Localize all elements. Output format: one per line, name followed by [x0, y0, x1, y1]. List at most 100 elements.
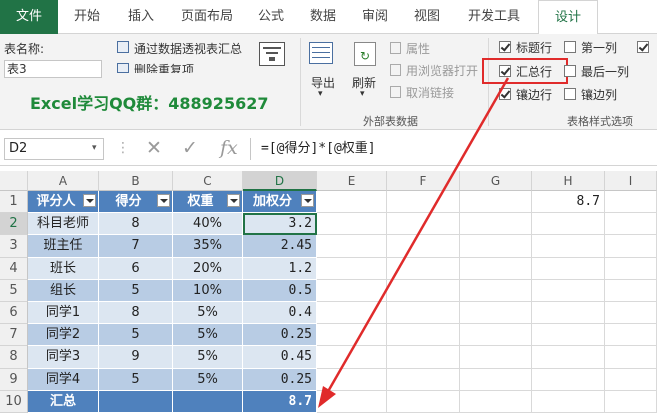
cell-h4[interactable] — [532, 257, 605, 280]
unlink-button[interactable]: 取消链接 — [406, 84, 454, 101]
cell-i9[interactable] — [605, 368, 657, 391]
column-header-c[interactable]: C — [173, 171, 243, 191]
total-row-checkbox[interactable] — [499, 65, 511, 77]
cell-g2[interactable] — [460, 213, 532, 236]
column-header-b[interactable]: B — [99, 171, 173, 191]
cell-d9[interactable]: 0.25 — [243, 368, 317, 391]
cell-i6[interactable] — [605, 302, 657, 325]
cell-d3[interactable]: 2.45 — [243, 235, 317, 258]
cell-c8[interactable]: 5% — [173, 346, 243, 369]
cell-b4[interactable]: 6 — [99, 257, 173, 280]
cell-g8[interactable] — [460, 346, 532, 369]
column-header-d[interactable]: D — [243, 171, 317, 191]
cell-i5[interactable] — [605, 279, 657, 302]
open-in-browser-button[interactable]: 用浏览器打开 — [406, 62, 478, 79]
cell-i7[interactable] — [605, 324, 657, 347]
export-icon[interactable] — [309, 42, 333, 64]
cell-f9[interactable] — [387, 368, 460, 391]
tab-insert[interactable]: 插入 — [116, 0, 166, 34]
column-header-a[interactable]: A — [28, 171, 99, 191]
cell-a1[interactable]: 评分人 — [28, 191, 99, 214]
tab-design[interactable]: 设计 — [538, 0, 598, 36]
column-header-f[interactable]: F — [387, 171, 460, 191]
cell-c5[interactable]: 10% — [173, 279, 243, 302]
column-header-i[interactable]: I — [605, 171, 657, 191]
cell-e2[interactable] — [317, 213, 387, 236]
first-column-checkbox[interactable] — [564, 41, 576, 53]
cell-b8[interactable]: 9 — [99, 346, 173, 369]
cell-c1[interactable]: 权重 — [173, 191, 243, 214]
name-box-chevron-down-icon[interactable]: ▾ — [92, 143, 97, 153]
row-header-10[interactable]: 10 — [0, 390, 28, 413]
filter-dropdown-icon[interactable] — [301, 194, 314, 207]
enter-check-icon[interactable]: ✓ — [182, 137, 198, 159]
cell-e6[interactable] — [317, 302, 387, 325]
name-box[interactable]: D2 — [4, 138, 104, 160]
cell-g6[interactable] — [460, 302, 532, 325]
cell-c4[interactable]: 20% — [173, 257, 243, 280]
refresh-chevron-down-icon[interactable]: ▾ — [360, 89, 365, 99]
select-all-corner[interactable] — [0, 171, 28, 191]
row-header-8[interactable]: 8 — [0, 346, 28, 369]
cell-f1[interactable] — [387, 191, 460, 214]
cell-e7[interactable] — [317, 324, 387, 347]
cell-a5[interactable]: 组长 — [28, 279, 99, 302]
cell-h6[interactable] — [532, 302, 605, 325]
cell-g4[interactable] — [460, 257, 532, 280]
cell-g5[interactable] — [460, 279, 532, 302]
column-header-e[interactable]: E — [317, 171, 387, 191]
cell-b5[interactable]: 5 — [99, 279, 173, 302]
cell-f2[interactable] — [387, 213, 460, 236]
cell-e1[interactable] — [317, 191, 387, 214]
cell-e5[interactable] — [317, 279, 387, 302]
cell-h1[interactable]: 8.7 — [532, 191, 605, 214]
insert-function-icon[interactable]: fx — [220, 137, 238, 159]
cell-e4[interactable] — [317, 257, 387, 280]
header-row-checkbox[interactable] — [499, 41, 511, 53]
cell-c10[interactable] — [173, 390, 243, 413]
cell-h8[interactable] — [532, 346, 605, 369]
cell-b10[interactable] — [99, 390, 173, 413]
cell-g3[interactable] — [460, 235, 532, 258]
properties-button[interactable]: 属性 — [406, 40, 430, 57]
cell-h3[interactable] — [532, 235, 605, 258]
filter-dropdown-icon[interactable] — [227, 194, 240, 207]
tab-home[interactable]: 开始 — [62, 0, 112, 34]
tab-developer[interactable]: 开发工具 — [456, 0, 532, 34]
cell-a9[interactable]: 同学4 — [28, 368, 99, 391]
cell-i3[interactable] — [605, 235, 657, 258]
cell-h9[interactable] — [532, 368, 605, 391]
tab-view[interactable]: 视图 — [404, 0, 450, 34]
tab-review[interactable]: 审阅 — [352, 0, 398, 34]
cell-g10[interactable] — [460, 390, 532, 413]
cell-a3[interactable]: 班主任 — [28, 235, 99, 258]
row-header-7[interactable]: 7 — [0, 324, 28, 347]
cell-f4[interactable] — [387, 257, 460, 280]
row-header-9[interactable]: 9 — [0, 368, 28, 391]
tab-page-layout[interactable]: 页面布局 — [170, 0, 244, 34]
row-header-2[interactable]: 2 — [0, 213, 28, 236]
last-column-checkbox[interactable] — [564, 65, 576, 77]
cell-d6[interactable]: 0.4 — [243, 302, 317, 325]
cell-d7[interactable]: 0.25 — [243, 324, 317, 347]
row-header-6[interactable]: 6 — [0, 302, 28, 325]
cell-e10[interactable] — [317, 390, 387, 413]
cell-b7[interactable]: 5 — [99, 324, 173, 347]
cell-c7[interactable]: 5% — [173, 324, 243, 347]
export-chevron-down-icon[interactable]: ▾ — [318, 89, 323, 99]
cell-g1[interactable] — [460, 191, 532, 214]
cell-f10[interactable] — [387, 390, 460, 413]
cell-a6[interactable]: 同学1 — [28, 302, 99, 325]
cell-b2[interactable]: 8 — [99, 213, 173, 236]
filter-dropdown-icon[interactable] — [83, 194, 96, 207]
cell-d1[interactable]: 加权分 — [243, 191, 317, 214]
tab-file[interactable]: 文件 — [0, 0, 58, 34]
cell-a2[interactable]: 科目老师 — [28, 213, 99, 236]
cell-f3[interactable] — [387, 235, 460, 258]
cell-e8[interactable] — [317, 346, 387, 369]
banded-rows-checkbox[interactable] — [499, 88, 511, 100]
cell-f6[interactable] — [387, 302, 460, 325]
remove-duplicates-button[interactable]: 删除重复项 — [134, 61, 194, 73]
cell-h10[interactable] — [532, 390, 605, 413]
cell-f7[interactable] — [387, 324, 460, 347]
